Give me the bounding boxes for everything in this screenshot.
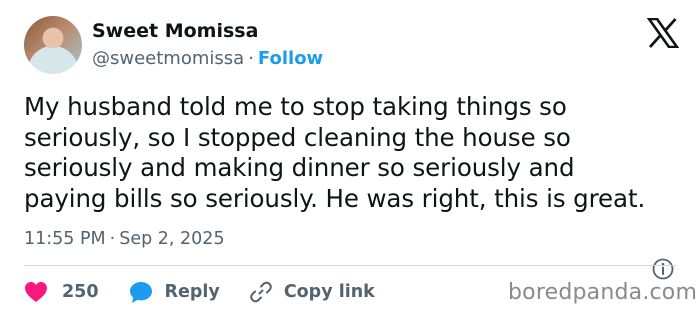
author-handle-row: @sweetmomissa · Follow (92, 48, 323, 69)
watermark: boredpanda.com (508, 280, 698, 305)
follow-button[interactable]: Follow (258, 48, 323, 69)
tweet-timestamp[interactable]: 11:55 PM · Sep 2, 2025 (24, 229, 225, 249)
like-count: 250 (62, 282, 99, 302)
divider (24, 265, 676, 266)
info-icon[interactable] (651, 257, 675, 281)
like-button[interactable]: 250 (24, 281, 99, 303)
tweet-line: seriously, so I stopped cleaning the hou… (24, 122, 571, 152)
speech-bubble-icon (129, 281, 152, 303)
author-name[interactable]: Sweet Momissa (92, 20, 258, 42)
copy-link-button[interactable]: Copy link (250, 281, 375, 303)
copy-link-label: Copy link (283, 282, 375, 302)
reply-button[interactable]: Reply (129, 281, 220, 304)
tweet-date: Sep 2, 2025 (119, 229, 225, 249)
tweet-time: 11:55 PM (24, 229, 106, 249)
action-bar: 250 Reply Copy link (24, 278, 375, 306)
timestamp-separator: · (109, 229, 116, 249)
avatar[interactable] (24, 16, 82, 74)
tweet-line: My husband told me to stop taking things… (24, 92, 567, 121)
tweet-text: My husband told me to stop taking things… (24, 92, 686, 214)
tweet-line: seriously and making dinner so seriously… (24, 153, 575, 182)
tweet-line: paying bills so seriously. He was right,… (24, 183, 646, 213)
link-icon (250, 281, 272, 303)
heart-icon (25, 282, 47, 302)
author-handle[interactable]: @sweetmomissa (92, 48, 244, 69)
reply-label: Reply (164, 282, 220, 302)
x-logo-icon[interactable] (647, 18, 679, 48)
handle-separator: · (248, 48, 254, 69)
